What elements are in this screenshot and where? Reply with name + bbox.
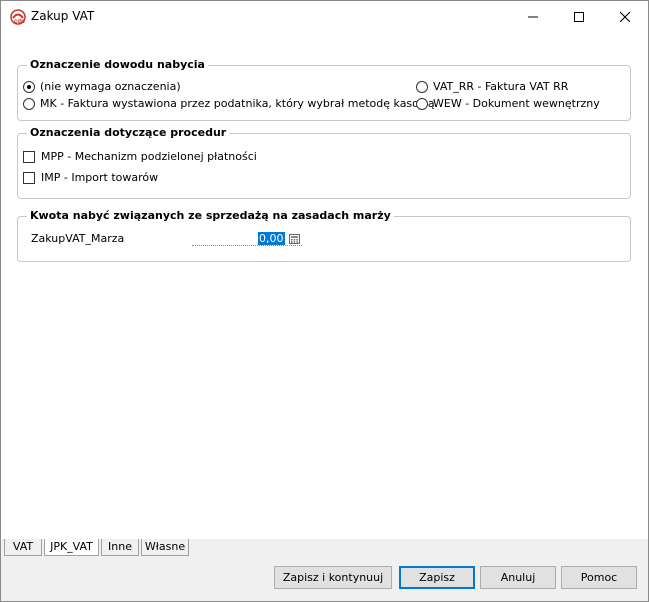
app-logo-icon: cdn <box>10 9 26 25</box>
tab-strip: VAT JPK_VAT Inne Własne <box>1 539 648 557</box>
radio-label: (nie wymaga oznaczenia) <box>40 80 181 93</box>
minimize-button[interactable] <box>510 1 556 33</box>
margin-field-label: ZakupVAT_Marza <box>31 232 125 245</box>
tab-wlasne[interactable]: Własne <box>141 539 189 556</box>
checkbox-imp[interactable]: IMP - Import towarów <box>23 171 158 184</box>
calculator-icon[interactable] <box>289 234 300 244</box>
radio-wew[interactable]: WEW - Dokument wewnętrzny <box>416 97 600 110</box>
checkbox-label: MPP - Mechanizm podzielonej płatności <box>41 150 257 163</box>
procedures-group-legend: Oznaczenia dotyczące procedur <box>27 126 230 139</box>
radio-label: WEW - Dokument wewnętrzny <box>433 97 600 110</box>
dialog-window: cdn Zakup VAT Oznaczenie dowodu nabycia … <box>0 0 649 602</box>
close-icon <box>620 12 630 22</box>
radio-indicator[interactable] <box>416 97 428 110</box>
radio-indicator[interactable] <box>416 80 428 93</box>
radio-indicator[interactable] <box>23 80 35 93</box>
tab-vat[interactable]: VAT <box>4 539 42 556</box>
svg-text:cdn: cdn <box>14 19 25 25</box>
save-and-continue-button[interactable]: Zapisz i kontynuuj <box>274 566 392 589</box>
help-button[interactable]: Pomoc <box>561 566 637 589</box>
margin-amount-value[interactable]: 0,00 <box>258 232 285 245</box>
tab-jpk-vat[interactable]: JPK_VAT <box>44 539 99 556</box>
checkbox-label: IMP - Import towarów <box>41 171 159 184</box>
maximize-button[interactable] <box>556 1 602 33</box>
margin-group-legend: Kwota nabyć związanych ze sprzedażą na z… <box>27 209 394 222</box>
radio-label: VAT_RR - Faktura VAT RR <box>433 80 569 93</box>
evidence-group-legend: Oznaczenie dowodu nabycia <box>27 58 208 71</box>
close-button[interactable] <box>602 1 648 33</box>
minimize-icon <box>528 16 538 18</box>
procedures-group: Oznaczenia dotyczące procedur MPP - Mech… <box>17 126 631 199</box>
cancel-button[interactable]: Anuluj <box>480 566 556 589</box>
checkbox-indicator[interactable] <box>23 171 35 184</box>
radio-mk[interactable]: MK - Faktura wystawiona przez podatnika,… <box>23 97 435 110</box>
tab-inne[interactable]: Inne <box>101 539 139 556</box>
checkbox-mpp[interactable]: MPP - Mechanizm podzielonej płatności <box>23 150 257 163</box>
evidence-group: Oznaczenie dowodu nabycia (nie wymaga oz… <box>17 58 631 121</box>
save-button[interactable]: Zapisz <box>399 566 475 589</box>
margin-amount-input[interactable] <box>192 231 302 246</box>
title-bar[interactable]: cdn Zakup VAT <box>1 1 648 33</box>
radio-indicator[interactable] <box>23 97 35 110</box>
radio-label: MK - Faktura wystawiona przez podatnika,… <box>40 97 435 110</box>
content-panel: Oznaczenie dowodu nabycia (nie wymaga oz… <box>1 33 648 539</box>
checkbox-indicator[interactable] <box>23 150 35 163</box>
radio-vat-rr[interactable]: VAT_RR - Faktura VAT RR <box>416 80 568 93</box>
radio-no-marking[interactable]: (nie wymaga oznaczenia) <box>23 80 181 93</box>
window-title: Zakup VAT <box>31 9 95 23</box>
margin-group: Kwota nabyć związanych ze sprzedażą na z… <box>17 209 631 262</box>
maximize-icon <box>574 12 584 22</box>
